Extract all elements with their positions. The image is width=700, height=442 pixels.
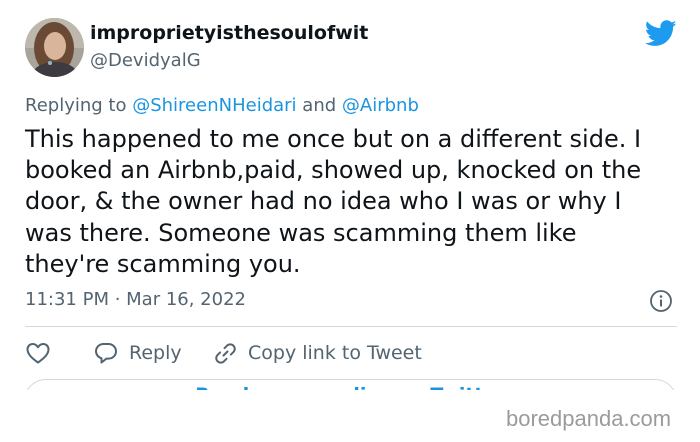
info-icon[interactable] [649,289,673,313]
boredpanda-watermark: boredpanda.com [506,406,672,431]
replying-to-line: Replying to @ShireenNHeidari and @Airbnb [25,95,419,116]
mention-shireen[interactable]: @ShireenNHeidari [132,95,296,116]
heart-icon [26,343,50,364]
tweet-timestamp[interactable]: 11:31 PM · Mar 16, 2022 [25,289,246,310]
speech-bubble-icon [95,343,117,364]
copy-link-label: Copy link to Tweet [248,342,422,364]
tweet-text: This happened to me once but on a differ… [25,125,642,278]
user-handle[interactable]: @DevidyalG [90,50,201,71]
replying-to-joiner: and [302,95,337,116]
replying-to-prefix: Replying to [25,95,127,116]
divider [25,326,677,327]
copy-link-button[interactable]: Copy link to Tweet [212,339,422,367]
like-button[interactable] [25,339,61,367]
reply-button[interactable]: Reply [93,339,182,367]
mention-airbnb[interactable]: @Airbnb [342,95,419,116]
twitter-bird-icon[interactable] [645,20,677,47]
reply-label: Reply [129,342,182,364]
avatar[interactable] [25,18,84,77]
display-name[interactable]: improprietyisthesoulofwit [90,22,368,44]
avatar-image [25,18,84,77]
link-icon [215,343,236,364]
